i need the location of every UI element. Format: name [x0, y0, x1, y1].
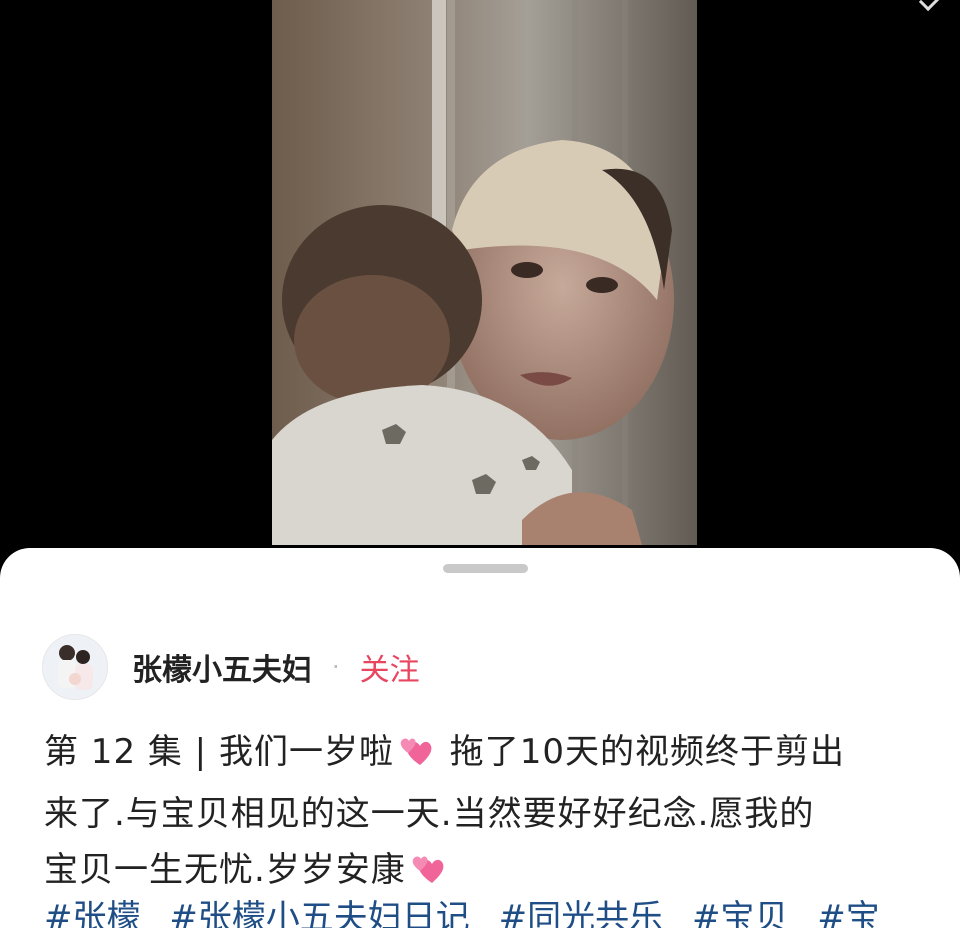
- description-text-3: 宝贝一生无忧.岁岁安康: [44, 850, 406, 890]
- hashtag-link[interactable]: #宝贝: [692, 898, 789, 928]
- hashtag-link[interactable]: #宝: [817, 898, 880, 928]
- description-text-1a: 第 12 集 | 我们一岁啦: [44, 732, 394, 772]
- follow-button[interactable]: 关注: [360, 645, 420, 689]
- drag-handle[interactable]: [443, 564, 528, 573]
- post-description: 第 12 集 | 我们一岁啦 拖了10天的视频终于剪出 来了.与宝贝相见的这一天…: [44, 724, 934, 904]
- author-name[interactable]: 张檬小五夫妇: [132, 645, 312, 689]
- post-sheet: 张檬小五夫妇 · 关注 第 12 集 | 我们一岁啦 拖了10天的视频终于剪出 …: [0, 548, 960, 928]
- hashtag-row: #张檬 #张檬小五夫妇日记 #同光共乐 #宝贝 #宝: [44, 898, 960, 928]
- description-line-3: 宝贝一生无忧.岁岁安康: [44, 842, 934, 904]
- two-hearts-icon: [398, 730, 434, 786]
- hashtag-link[interactable]: #张檬小五夫妇日记: [169, 898, 470, 928]
- two-hearts-icon: [410, 848, 446, 904]
- description-text-1b: 拖了10天的视频终于剪出: [437, 732, 846, 772]
- description-line-1: 第 12 集 | 我们一岁啦 拖了10天的视频终于剪出: [44, 724, 934, 786]
- video-still: [272, 0, 697, 545]
- hashtag-link[interactable]: #同光共乐: [499, 898, 664, 928]
- description-line-2: 来了.与宝贝相见的这一天.当然要好好纪念.愿我的: [44, 794, 815, 834]
- avatar[interactable]: [42, 634, 108, 700]
- avatar-image: [43, 635, 107, 699]
- separator-dot: ·: [332, 653, 340, 681]
- checkmark-icon: [918, 0, 941, 12]
- author-row: 张檬小五夫妇 · 关注: [42, 634, 420, 700]
- video-frame[interactable]: [272, 0, 697, 545]
- video-player[interactable]: [0, 0, 960, 560]
- hashtag-link[interactable]: #张檬: [44, 898, 141, 928]
